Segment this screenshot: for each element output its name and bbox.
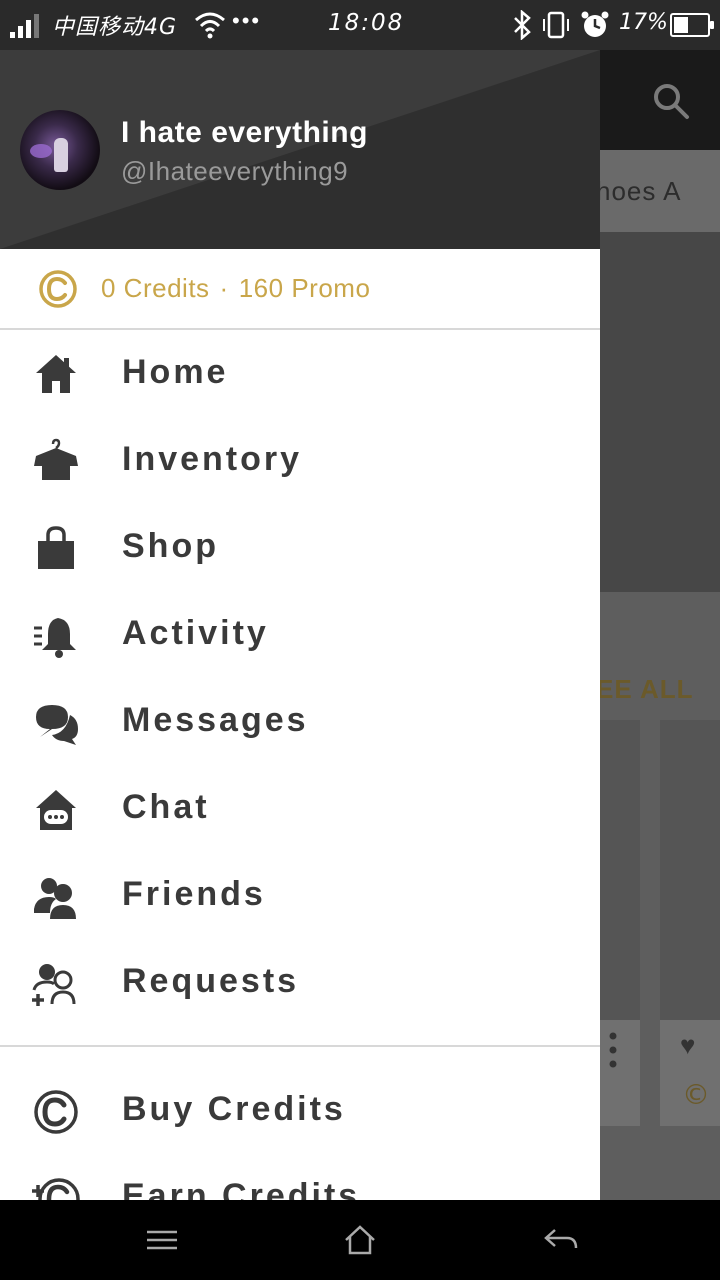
credits-amount: 0 Credits	[101, 273, 210, 303]
drawer-header: I hate everything @Ihateeverything9	[0, 50, 600, 249]
bell-icon	[34, 618, 76, 658]
menu-label: Inventory	[122, 440, 303, 478]
menu-label: Activity	[122, 614, 269, 652]
menu-item-chat[interactable]: Chat	[0, 766, 600, 853]
promo-amount: 160 Promo	[238, 273, 371, 303]
credits-balance-row[interactable]: 0 Credits · 160 Promo	[0, 249, 600, 330]
user-name[interactable]: I hate everything	[121, 116, 368, 150]
back-icon[interactable]	[543, 1224, 579, 1256]
status-bar: 中国移动4G ••• 18:08 17%	[0, 0, 720, 50]
avatar[interactable]	[20, 110, 100, 190]
credits-icon: ©	[682, 1078, 710, 1111]
kebab-menu-icon	[609, 1032, 617, 1068]
system-nav-bar	[0, 1200, 720, 1280]
menu-item-inventory[interactable]: Inventory	[0, 418, 600, 505]
menu-label: Shop	[122, 527, 219, 565]
menu-item-friends[interactable]: Friends	[0, 853, 600, 940]
menu-icon[interactable]	[146, 1224, 178, 1256]
chat-house-icon	[36, 790, 76, 830]
battery-icon	[670, 13, 714, 37]
menu-divider	[0, 1045, 600, 1047]
menu-label: Chat	[122, 788, 210, 826]
bluetooth-icon	[514, 10, 531, 40]
menu-item-activity[interactable]: Activity	[0, 592, 600, 679]
menu-item-earn-credits[interactable]: Earn Credits	[0, 1155, 600, 1200]
menu-label: Messages	[122, 701, 309, 739]
earn-credits-icon	[32, 1178, 80, 1200]
user-handle: @Ihateeverything9	[121, 156, 349, 186]
menu-item-messages[interactable]: Messages	[0, 679, 600, 766]
battery-percent: 17%	[619, 10, 668, 35]
home-icon	[36, 355, 76, 393]
menu-label: Requests	[122, 962, 300, 1000]
credits-icon	[34, 1090, 78, 1134]
menu-item-requests[interactable]: Requests	[0, 940, 600, 1027]
menu-label: Friends	[122, 875, 266, 913]
wifi-icon	[195, 12, 225, 39]
speech-bubbles-icon	[36, 705, 78, 745]
menu-item-shop[interactable]: Shop	[0, 505, 600, 592]
menu-label: Buy Credits	[122, 1090, 346, 1128]
hanger-shirt-icon	[34, 438, 78, 480]
heart-icon: ♥	[680, 1030, 696, 1060]
more-notifications-dots: •••	[232, 8, 262, 33]
credits-icon	[39, 270, 77, 308]
search-icon	[654, 84, 689, 119]
vibrate-icon	[543, 11, 569, 39]
carrier-label: 中国移动4G	[52, 15, 178, 40]
signal-icon	[10, 14, 39, 38]
background-card	[660, 720, 720, 1126]
credits-separator: ·	[219, 273, 229, 303]
friends-icon	[34, 878, 76, 919]
menu-label: Earn Credits	[122, 1177, 361, 1200]
add-friend-icon	[32, 964, 76, 1006]
shopping-bag-icon	[38, 526, 74, 569]
menu-label: Home	[122, 353, 229, 391]
clock: 18:08	[328, 10, 405, 36]
navigation-drawer: I hate everything @Ihateeverything9 0 Cr…	[0, 50, 600, 1200]
see-all-link: EE ALL	[596, 674, 694, 704]
background-tab-label: hoes A	[596, 176, 682, 206]
menu-item-buy-credits[interactable]: Buy Credits	[0, 1068, 600, 1155]
menu-item-home[interactable]: Home	[0, 331, 600, 418]
home-icon[interactable]	[343, 1224, 377, 1256]
credits-text: 0 Credits · 160 Promo	[101, 273, 370, 304]
alarm-icon	[581, 11, 609, 37]
